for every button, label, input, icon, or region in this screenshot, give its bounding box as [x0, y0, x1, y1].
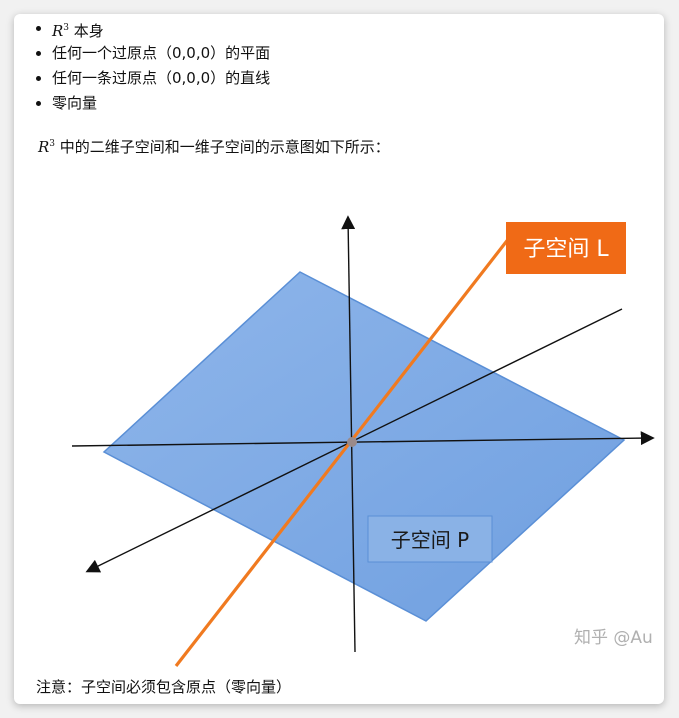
math-r3: R3	[38, 138, 56, 156]
list-item: 零向量	[34, 91, 270, 116]
intro-paragraph: R3 中的二维子空间和一维子空间的示意图如下所示：	[38, 136, 390, 157]
note-text: 注意：子空间必须包含原点（零向量）	[36, 678, 292, 696]
list-item-text: 本身	[69, 22, 104, 40]
plane-p	[102, 271, 626, 622]
content-card: R3 本身 任何一个过原点（0,0,0）的平面 任何一条过原点（0,0,0）的直…	[14, 14, 664, 704]
list-item: 任何一个过原点（0,0,0）的平面	[34, 41, 270, 66]
label-l: 子空间 L	[523, 237, 609, 262]
label-p: 子空间 P	[391, 528, 469, 552]
list-item: R3 本身	[34, 16, 270, 41]
intro-text: 中的二维子空间和一维子空间的示意图如下所示：	[55, 138, 390, 156]
subspace-list: R3 本身 任何一个过原点（0,0,0）的平面 任何一条过原点（0,0,0）的直…	[34, 16, 270, 116]
math-r3: R3	[52, 22, 70, 40]
subspace-figure: 子空间 L 子空间 P 知乎 @Au	[71, 215, 655, 667]
watermark: 知乎 @Au	[574, 628, 653, 648]
list-item: 任何一条过原点（0,0,0）的直线	[34, 66, 270, 91]
origin-point	[347, 437, 357, 447]
